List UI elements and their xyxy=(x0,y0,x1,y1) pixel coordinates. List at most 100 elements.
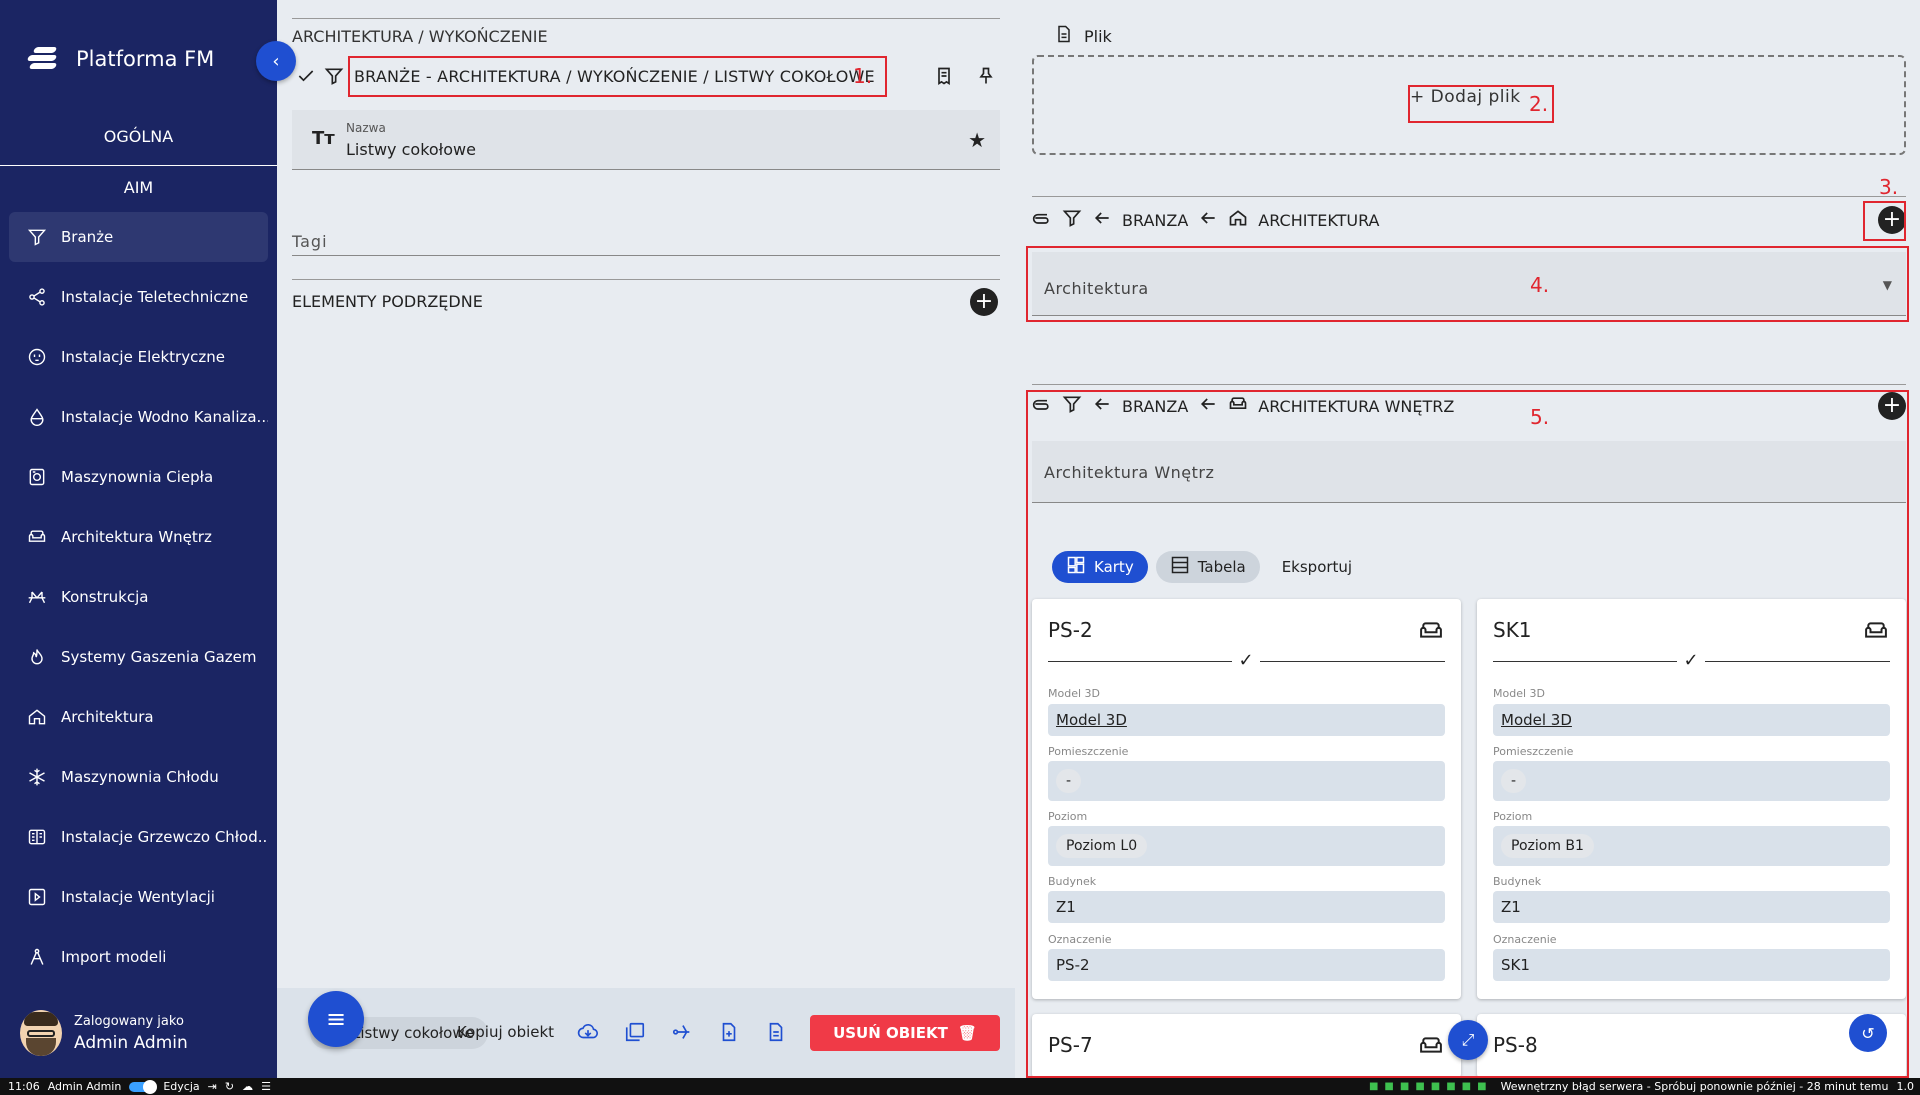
field-label: Budynek xyxy=(1048,875,1097,888)
toolbar-icons xyxy=(576,1020,788,1044)
sidebar-item-maszynownia-ciepla[interactable]: Maszynownia Ciepła xyxy=(9,452,268,502)
sidebar-item-architektura-wnetrz[interactable]: Architektura Wnętrz xyxy=(9,512,268,562)
document-icon[interactable] xyxy=(764,1020,788,1044)
name-field-label: Nazwa xyxy=(346,121,386,135)
sidebar-item-import-modeli[interactable]: Import modeli xyxy=(9,932,268,982)
tags-underline xyxy=(292,255,1000,256)
tab-table[interactable]: Tabela xyxy=(1155,551,1260,583)
pin-icon[interactable] xyxy=(972,62,1000,90)
arrow-left-icon xyxy=(1092,208,1112,232)
name-field-value: Listwy cokołowe xyxy=(346,140,476,159)
field-label: Oznaczenie xyxy=(1048,933,1112,946)
sidebar-item-wentylacji[interactable]: Instalacje Wentylacji xyxy=(9,872,268,922)
level-chip[interactable]: Poziom L0 xyxy=(1056,834,1148,858)
cloud-download-icon[interactable] xyxy=(576,1020,600,1044)
status-right: ■■■■■■■■ Wewnętrzny błąd serwera - Sprób… xyxy=(1369,1080,1914,1093)
grid-icon xyxy=(1066,555,1086,579)
object-card[interactable]: PS-2 ✓ Model 3D Model 3D Pomieszczenie -… xyxy=(1032,599,1461,999)
expand-icon: ⤢ xyxy=(1461,1030,1475,1049)
play-box-icon xyxy=(27,887,47,907)
sidebar-item-grzewczo-chlodnicze[interactable]: Instalacje Grzewczo Chłod... xyxy=(9,812,268,862)
annotation-number: 1. xyxy=(853,64,873,88)
view-tabs: Karty Tabela Eksportuj xyxy=(1052,551,1366,583)
relation-type: BRANZA xyxy=(1122,210,1189,230)
object-card[interactable]: PS-7 xyxy=(1032,1014,1461,1078)
filter-icon[interactable] xyxy=(1062,208,1082,232)
header-actions xyxy=(930,62,1000,90)
sidebar-item-maszynownia-chlodu[interactable]: Maszynownia Chłodu xyxy=(9,752,268,802)
sidebar-item-elektryczne[interactable]: Instalacje Elektryczne xyxy=(9,332,268,382)
drop-icon xyxy=(27,407,47,427)
room-chip[interactable]: - xyxy=(1056,769,1082,793)
annotation-number: 3. xyxy=(1879,175,1899,199)
filter-icon[interactable] xyxy=(320,62,348,90)
menu-fab[interactable]: ≡ xyxy=(308,991,364,1047)
relation-type: BRANZA xyxy=(1122,396,1189,416)
sidebar-item-branze[interactable]: Branże xyxy=(9,212,268,262)
file-drop-zone[interactable]: + Dodaj plik xyxy=(1032,55,1906,155)
sidebar-item-label: Instalacje Wodno Kanaliza... xyxy=(61,408,268,426)
socket-icon xyxy=(27,347,47,367)
model-3d-link[interactable]: Model 3D xyxy=(1493,704,1890,736)
add-relation-button[interactable]: + xyxy=(1878,206,1906,234)
trash-icon: 🗑 xyxy=(957,1024,977,1042)
add-relation-button[interactable]: + xyxy=(1878,392,1906,420)
file-add-icon[interactable] xyxy=(717,1020,741,1044)
pdf-icon[interactable] xyxy=(623,1020,647,1044)
add-file-button[interactable]: + Dodaj plik xyxy=(1410,87,1521,107)
delete-object-button[interactable]: USUŃ OBIEKT 🗑 xyxy=(810,1015,1000,1051)
check-icon: ✓ xyxy=(1232,650,1260,672)
edit-mode-toggle[interactable] xyxy=(129,1079,158,1094)
add-file-label: Dodaj plik xyxy=(1430,87,1521,107)
field-label: Oznaczenie xyxy=(1493,933,1557,946)
add-child-button[interactable]: + xyxy=(970,288,998,316)
object-header: BRANŻE - ARCHITEKTURA / WYKOŃCZENIE / LI… xyxy=(292,58,1000,94)
refresh-icon[interactable]: ↻ xyxy=(225,1080,234,1093)
name-field[interactable]: Tт Nazwa Listwy cokołowe ★ xyxy=(292,110,1000,170)
receipt-icon[interactable] xyxy=(930,62,958,90)
filter-icon[interactable] xyxy=(1062,394,1082,418)
section-general[interactable]: OGÓLNA xyxy=(0,127,277,146)
path-title: ARCHITEKTURA / WYKOŃCZENIE xyxy=(292,27,548,46)
flow-icon[interactable] xyxy=(670,1020,694,1044)
relation-select[interactable]: Architektura Wnętrz xyxy=(1032,441,1906,503)
list-icon[interactable]: ☰ xyxy=(261,1080,271,1093)
paperclip-icon[interactable] xyxy=(1032,208,1052,232)
card-title: PS-7 xyxy=(1048,1033,1093,1057)
tab-cards[interactable]: Karty xyxy=(1052,551,1148,583)
object-card[interactable]: PS-8 xyxy=(1477,1014,1906,1078)
check-icon: ✓ xyxy=(1677,650,1705,672)
level-chip[interactable]: Poziom B1 xyxy=(1501,834,1594,858)
designation-field: PS-2 xyxy=(1048,949,1445,981)
cloud-icon[interactable]: ☁ xyxy=(242,1080,253,1093)
sidebar-item-architektura[interactable]: Architektura xyxy=(9,692,268,742)
expand-fab[interactable]: ⤢ xyxy=(1448,1020,1488,1060)
field-label: Poziom xyxy=(1048,810,1088,823)
sidebar-item-systemy-gaszenia[interactable]: Systemy Gaszenia Gazem xyxy=(9,632,268,682)
sidebar-item-konstrukcja[interactable]: Konstrukcja xyxy=(9,572,268,622)
paperclip-icon[interactable] xyxy=(1032,394,1052,418)
brand[interactable]: Platforma FM xyxy=(26,44,214,74)
sidebar-item-teletechniczne[interactable]: Instalacje Teletechniczne xyxy=(9,272,268,322)
room-chip[interactable]: - xyxy=(1501,769,1527,793)
export-button[interactable]: Eksportuj xyxy=(1268,551,1366,583)
object-card[interactable]: SK1 ✓ Model 3D Model 3D Pomieszczenie - … xyxy=(1477,599,1906,999)
field-label: Model 3D xyxy=(1493,687,1545,700)
model-3d-link[interactable]: Model 3D xyxy=(1048,704,1445,736)
section-aim[interactable]: AIM xyxy=(0,178,277,197)
star-icon[interactable]: ★ xyxy=(968,128,986,152)
logout-icon[interactable]: ⇥ xyxy=(208,1080,217,1093)
history-fab[interactable]: ↺ xyxy=(1849,1014,1887,1052)
relation-select[interactable]: Architektura ▼ xyxy=(1032,252,1906,316)
relation-target: ARCHITEKTURA WNĘTRZ xyxy=(1258,396,1455,416)
check-icon[interactable] xyxy=(292,62,320,90)
app-name: Platforma FM xyxy=(76,47,215,71)
table-icon xyxy=(1170,555,1190,579)
status-user: Admin Admin xyxy=(47,1080,122,1093)
sofa-icon xyxy=(1228,394,1248,418)
copy-object-button[interactable]: Kopiuj obiekt xyxy=(457,1023,554,1041)
user-box[interactable]: Zalogowany jako Admin Admin xyxy=(20,1010,188,1056)
collapse-sidebar-button[interactable]: ‹ xyxy=(256,41,296,81)
sidebar-item-wodno-kanalizacyjne[interactable]: Instalacje Wodno Kanaliza... xyxy=(9,392,268,442)
tags-input[interactable]: Tagi xyxy=(292,232,328,251)
